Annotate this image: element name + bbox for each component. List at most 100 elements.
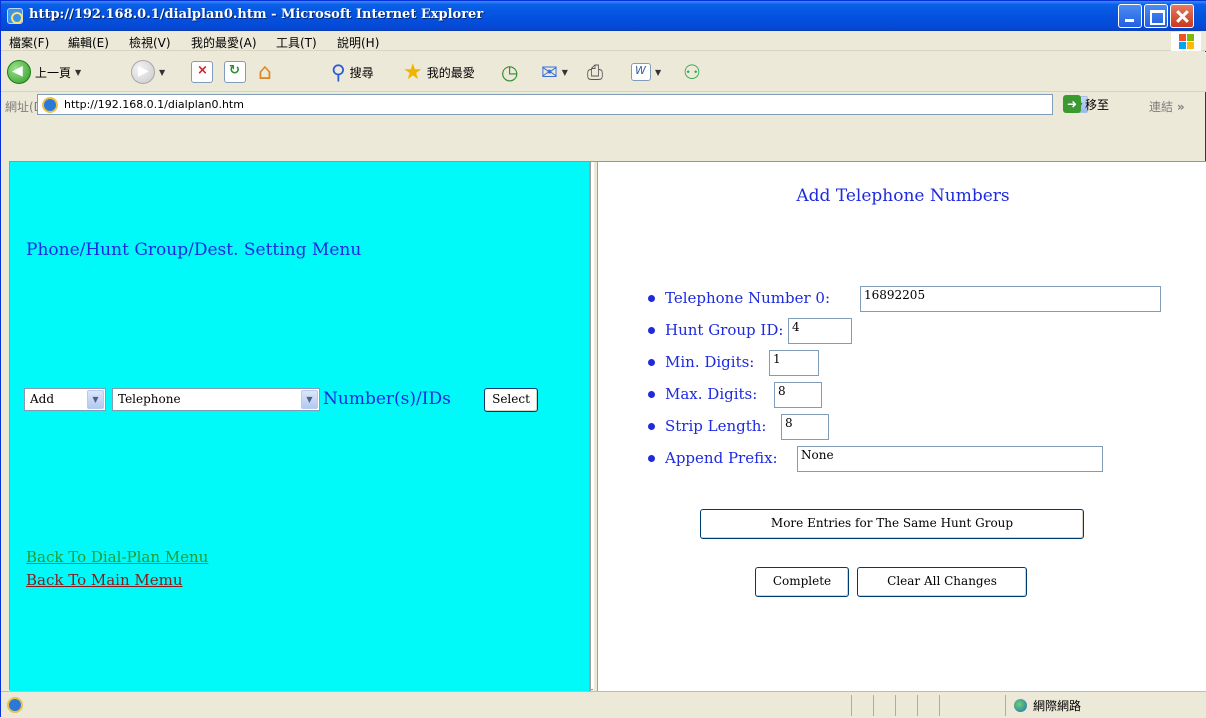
browser-window: http://192.168.0.1/dialplan0.htm - Micro… [0, 0, 1206, 718]
strip-length-label: Strip Length: [665, 417, 767, 435]
windows-logo-icon [1171, 32, 1201, 51]
chevron-down-icon: ▼ [301, 390, 318, 409]
bullet [648, 327, 655, 334]
clear-changes-button[interactable]: Clear All Changes [857, 567, 1027, 597]
bullet [648, 359, 655, 366]
window-title: http://192.168.0.1/dialplan0.htm - Micro… [29, 7, 484, 22]
append-prefix-input[interactable]: None [797, 446, 1103, 472]
telephone-number-input[interactable]: 16892205 [860, 286, 1161, 312]
links-button[interactable]: 連結 » [1149, 98, 1185, 115]
address-url: http://192.168.0.1/dialplan0.htm [64, 98, 244, 111]
word-icon: W [631, 63, 651, 81]
menu-edit[interactable]: 編輯(E) [68, 34, 109, 51]
status-bar: 網際網路 [1, 691, 1206, 718]
action-select[interactable]: Add ▼ [24, 388, 106, 411]
zone-label: 網際網路 [1033, 699, 1082, 713]
numbers-label: Number(s)/IDs [323, 389, 451, 409]
complete-button[interactable]: Complete [755, 567, 849, 597]
search-icon: ⚲ [331, 60, 346, 84]
bullet [648, 455, 655, 462]
favorites-label: 我的最愛 [426, 65, 475, 80]
type-select[interactable]: Telephone ▼ [112, 388, 320, 411]
menu-favorites[interactable]: 我的最愛(A) [191, 34, 257, 51]
address-input[interactable]: http://192.168.0.1/dialplan0.htm ▼ [37, 94, 1088, 115]
print-button[interactable]: ⎙ [587, 59, 603, 85]
toolbar: 上一頁 ▼ ▼ × ↻ ⌂ ⚲ 搜尋 ★ 我的最愛 ◷ ✉ ▼ [1, 52, 1206, 92]
left-frame: Phone/Hunt Group/Dest. Setting Menu Add … [10, 162, 591, 691]
mail-icon: ✉ [541, 60, 558, 84]
printer-icon: ⎙ [587, 60, 603, 84]
forward-arrow-icon [131, 60, 155, 84]
back-to-main-link[interactable]: Back To Main Memu [26, 571, 183, 589]
go-arrow-icon: ➜ [1063, 95, 1081, 113]
action-select-value: Add [30, 392, 55, 406]
internet-zone-icon [1014, 699, 1027, 712]
minimize-button[interactable] [1118, 4, 1142, 28]
forward-button[interactable]: ▼ [131, 59, 165, 85]
search-button[interactable]: ⚲ 搜尋 [331, 59, 374, 85]
edit-button[interactable]: W ▼ [631, 59, 661, 85]
menu-title: Phone/Hunt Group/Dest. Setting Menu [26, 240, 362, 260]
menu-view[interactable]: 檢視(V) [129, 34, 171, 51]
status-cell [851, 695, 873, 716]
refresh-button[interactable]: ↻ [224, 59, 246, 85]
go-label: 移至 [1085, 97, 1110, 112]
menu-file[interactable]: 檔案(F) [9, 34, 49, 51]
address-bar: 網址(D) http://192.168.0.1/dialplan0.htm ▼… [1, 93, 1206, 159]
max-digits-input[interactable]: 8 [774, 382, 822, 408]
form-title: Add Telephone Numbers [796, 186, 1010, 206]
bullet [648, 391, 655, 398]
back-button[interactable]: 上一頁 ▼ [7, 59, 81, 85]
bullet [648, 423, 655, 430]
max-digits-label: Max. Digits: [665, 385, 758, 403]
status-cell [895, 695, 917, 716]
menu-bar: 檔案(F) 編輯(E) 檢視(V) 我的最愛(A) 工具(T) 說明(H) [1, 31, 1206, 51]
append-prefix-label: Append Prefix: [665, 449, 778, 467]
stop-button[interactable]: × [191, 59, 213, 85]
chevron-down-icon: ▼ [655, 67, 662, 77]
min-digits-label: Min. Digits: [665, 353, 755, 371]
history-button[interactable]: ◷ [501, 59, 518, 85]
back-arrow-icon [7, 60, 31, 84]
home-icon: ⌂ [258, 59, 272, 85]
mail-button[interactable]: ✉ ▼ [541, 59, 568, 85]
back-label: 上一頁 [35, 65, 72, 80]
chevron-down-icon: ▼ [159, 67, 166, 77]
type-select-value: Telephone [118, 392, 181, 406]
telephone-number-label: Telephone Number 0: [665, 289, 831, 307]
chevron-down-icon: ▼ [87, 390, 104, 409]
chevron-right-icon: » [1176, 100, 1185, 114]
status-cell [917, 695, 939, 716]
page-icon [42, 97, 58, 113]
status-cell [873, 695, 895, 716]
go-button[interactable]: ➜ 移至 [1063, 95, 1109, 113]
status-cell [939, 695, 1005, 716]
close-button[interactable] [1170, 4, 1194, 28]
menu-help[interactable]: 說明(H) [337, 34, 379, 51]
star-icon: ★ [403, 59, 423, 85]
menu-tools[interactable]: 工具(T) [276, 34, 317, 51]
maximize-button[interactable] [1144, 4, 1168, 28]
title-bar: http://192.168.0.1/dialplan0.htm - Micro… [1, 1, 1206, 31]
back-to-dialplan-link[interactable]: Back To Dial-Plan Menu [26, 548, 208, 566]
search-label: 搜尋 [349, 65, 374, 80]
chevron-down-icon: ▼ [561, 67, 568, 77]
messenger-icon: ⚇ [683, 60, 701, 84]
select-button[interactable]: Select [484, 388, 538, 412]
chevron-down-icon: ▼ [75, 67, 82, 77]
refresh-icon: ↻ [224, 61, 246, 83]
more-entries-button[interactable]: More Entries for The Same Hunt Group [700, 509, 1084, 539]
bullet [648, 295, 655, 302]
links-label: 連結 [1149, 100, 1174, 114]
right-frame: Add Telephone Numbers Telephone Number 0… [598, 162, 1206, 691]
strip-length-input[interactable]: 8 [781, 414, 829, 440]
favorites-button[interactable]: ★ 我的最愛 [403, 59, 475, 85]
page-content: Phone/Hunt Group/Dest. Setting Menu Add … [9, 161, 1206, 691]
hunt-group-id-input[interactable]: 4 [788, 318, 852, 344]
messenger-button[interactable]: ⚇ [683, 59, 701, 85]
ie-app-icon [7, 8, 23, 24]
stop-icon: × [191, 61, 213, 83]
home-button[interactable]: ⌂ [258, 59, 272, 85]
hunt-group-id-label: Hunt Group ID: [665, 321, 784, 339]
min-digits-input[interactable]: 1 [769, 350, 819, 376]
